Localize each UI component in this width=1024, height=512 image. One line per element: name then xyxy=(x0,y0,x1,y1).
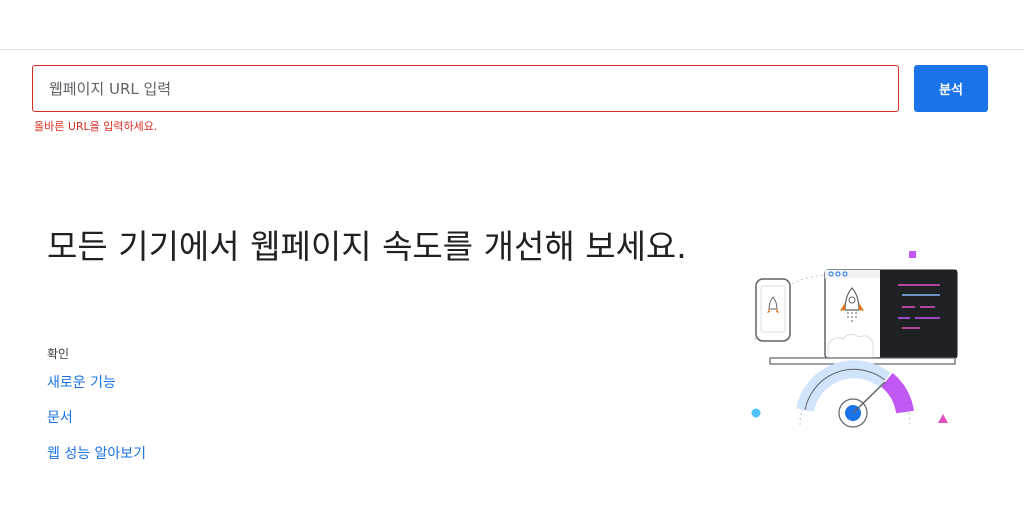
top-bar xyxy=(0,0,1024,50)
section-label: 확인 xyxy=(47,347,70,361)
link-learn-web-performance[interactable]: 웹 성능 알아보기 xyxy=(47,443,146,463)
link-whats-new[interactable]: 새로운 기능 xyxy=(47,372,116,392)
analyze-button[interactable]: 분석 xyxy=(914,65,988,112)
link-documentation[interactable]: 문서 xyxy=(47,407,73,427)
page-headline: 모든 기기에서 웹페이지 속도를 개선해 보세요. xyxy=(47,227,687,266)
rocket-speedometer-illustration-icon xyxy=(751,251,958,428)
url-error-message: 올바른 URL을 입력하세요. xyxy=(34,120,158,133)
url-input[interactable] xyxy=(32,65,899,112)
